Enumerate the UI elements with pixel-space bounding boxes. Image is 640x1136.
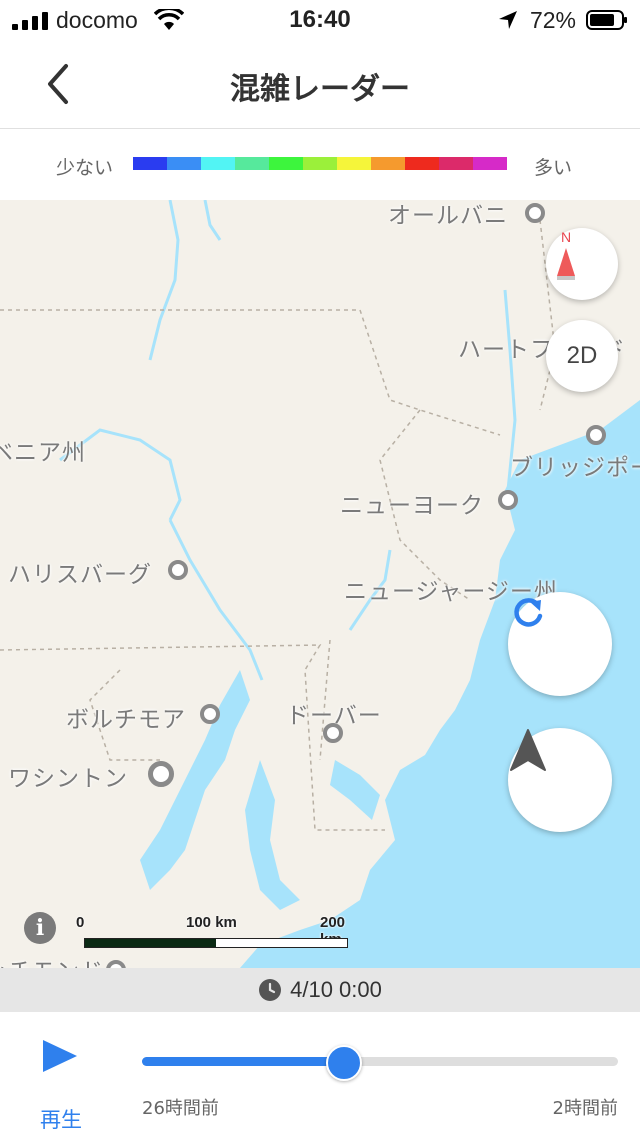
city-dot-new-york[interactable] — [498, 490, 518, 510]
playback-controls: 再生 26時間前 2時間前 — [0, 1012, 640, 1136]
current-time-bar: 4/10 0:00 — [0, 968, 640, 1012]
legend-swatch-5 — [303, 157, 337, 170]
clock-icon — [259, 979, 282, 1001]
battery-percent: 72% — [529, 7, 576, 33]
compass-button[interactable]: N — [546, 228, 618, 300]
compass-north-label: N — [561, 229, 571, 245]
legend-swatch-3 — [235, 157, 269, 170]
legend-swatch-10 — [473, 157, 507, 170]
scale-bar-graphic — [84, 938, 348, 948]
navigation-bar: 混雑レーダー — [0, 40, 640, 129]
compass-icon: N — [557, 229, 575, 280]
legend-swatch-8 — [405, 157, 439, 170]
city-dot-washington[interactable] — [148, 761, 174, 787]
location-arrow-icon — [499, 11, 517, 29]
navigation-arrow-icon — [510, 729, 546, 771]
map-label-harrisburg: ハリスバーグ — [8, 562, 152, 588]
time-slider[interactable] — [142, 1045, 618, 1081]
city-dot-baltimore[interactable] — [200, 704, 220, 724]
radar-map[interactable]: オールバニ ハートフォード ペンシルベニア州 ブリッジポート ニューヨーク ハリ… — [0, 200, 640, 968]
map-label-richmond: リッチモンド — [0, 952, 104, 968]
page-title: 混雑レーダー — [230, 72, 410, 107]
refresh-icon — [514, 598, 543, 627]
legend-high-label: 多い — [534, 157, 573, 179]
map-label-baltimore: ボルチモア — [66, 707, 186, 733]
scale-tick-0: 0 — [76, 914, 85, 931]
legend-color-scale — [133, 157, 507, 170]
city-dot-bridgeport[interactable] — [586, 425, 606, 445]
play-icon — [43, 1040, 77, 1072]
legend-swatch-1 — [167, 157, 201, 170]
slider-end-label: 2時間前 — [552, 1098, 618, 1119]
legend-swatch-7 — [371, 157, 405, 170]
battery-icon — [586, 10, 627, 30]
time-slider-fill — [142, 1057, 342, 1066]
play-label: 再生 — [40, 1108, 82, 1132]
congestion-legend: 少ない 多い — [0, 129, 640, 200]
legend-swatch-9 — [439, 157, 473, 170]
slider-start-label: 26時間前 — [142, 1098, 219, 1119]
map-label-bridgeport: ブリッジポート — [510, 455, 640, 481]
legend-swatch-4 — [269, 157, 303, 170]
legend-swatch-2 — [201, 157, 235, 170]
refresh-button[interactable] — [508, 592, 612, 696]
map-label-albany: オールバニ — [388, 203, 508, 229]
legend-swatch-6 — [337, 157, 371, 170]
map-mode-label: 2D — [566, 342, 598, 369]
scale-tick-100: 100 km — [186, 914, 237, 931]
current-time-value: 4/10 0:00 — [290, 977, 382, 1002]
map-label-new-york: ニューヨーク — [340, 493, 484, 519]
map-label-pennsylvania: ペンシルベニア州 — [0, 440, 86, 466]
status-bar: docomo 16:40 72% — [0, 0, 640, 40]
play-button[interactable]: 再生 — [26, 1032, 96, 1132]
city-dot-dover[interactable] — [323, 723, 343, 743]
map-mode-toggle[interactable]: 2D — [546, 320, 618, 392]
map-info-button[interactable]: i — [24, 912, 56, 944]
city-dot-harrisburg[interactable] — [168, 560, 188, 580]
city-dot-albany[interactable] — [525, 203, 545, 223]
legend-low-label: 少ない — [56, 157, 114, 179]
current-location-button[interactable] — [508, 728, 612, 832]
map-label-washington: ワシントン — [8, 766, 128, 792]
legend-swatch-0 — [133, 157, 167, 170]
time-slider-thumb[interactable] — [325, 1045, 362, 1081]
